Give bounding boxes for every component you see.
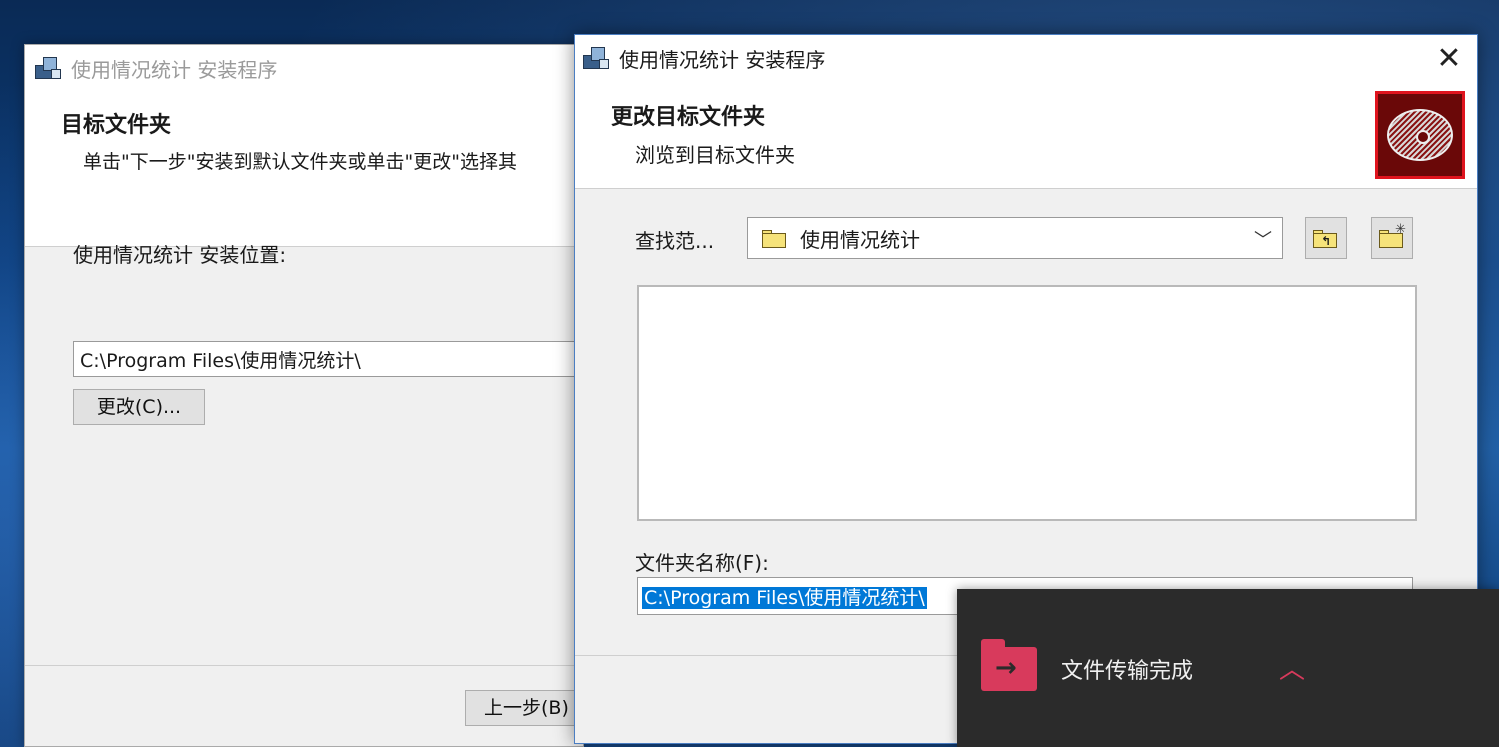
page-title: 更改目标文件夹 bbox=[611, 105, 766, 130]
install-location-label: 使用情况统计 安装位置: bbox=[73, 243, 287, 267]
notification-toast[interactable]: → 文件传输完成 ︿ bbox=[957, 589, 1499, 747]
page-title: 目标文件夹 bbox=[61, 113, 172, 138]
notification-text: 文件传输完成 bbox=[1061, 659, 1194, 684]
disc-icon bbox=[1375, 91, 1465, 179]
folder-arrow-icon: → bbox=[981, 639, 1037, 691]
app-installer-icon bbox=[581, 43, 611, 73]
title-bar[interactable]: 使用情况统计 安装程序 bbox=[575, 35, 1477, 81]
window-title: 使用情况统计 安装程序 bbox=[619, 47, 826, 72]
chevron-down-icon[interactable]: ﹀ bbox=[1254, 226, 1272, 252]
look-in-label: 查找范... bbox=[635, 229, 715, 253]
folder-list[interactable] bbox=[637, 285, 1417, 521]
folder-name-value: C:\Program Files\使用情况统计\ bbox=[642, 587, 927, 609]
new-folder-button[interactable]: ✳ bbox=[1371, 217, 1413, 259]
window-title: 使用情况统计 安装程序 bbox=[71, 57, 278, 82]
close-icon[interactable]: ✕ bbox=[1427, 39, 1471, 77]
look-in-value: 使用情况统计 bbox=[800, 227, 920, 252]
page-subtitle: 浏览到目标文件夹 bbox=[635, 143, 795, 167]
install-path-field: C:\Program Files\使用情况统计\ bbox=[73, 341, 593, 377]
title-bar[interactable]: 使用情况统计 安装程序 bbox=[25, 45, 583, 91]
page-subtitle: 单击"下一步"安装到默认文件夹或单击"更改"选择其 bbox=[83, 151, 517, 173]
wizard-header: 更改目标文件夹 浏览到目标文件夹 bbox=[575, 81, 1477, 189]
up-folder-button[interactable]: ↰ bbox=[1305, 217, 1347, 259]
app-installer-icon bbox=[33, 53, 63, 83]
look-in-dropdown[interactable]: 使用情况统计 ﹀ bbox=[747, 217, 1283, 259]
chevron-up-icon[interactable]: ︿ bbox=[1279, 649, 1305, 686]
installer-window-back: 使用情况统计 安装程序 目标文件夹 单击"下一步"安装到默认文件夹或单击"更改"… bbox=[24, 44, 595, 747]
folder-icon bbox=[762, 228, 788, 248]
footer-divider bbox=[25, 665, 583, 666]
folder-name-label: 文件夹名称(F): bbox=[635, 551, 769, 575]
change-button[interactable]: 更改(C)... bbox=[73, 389, 205, 425]
